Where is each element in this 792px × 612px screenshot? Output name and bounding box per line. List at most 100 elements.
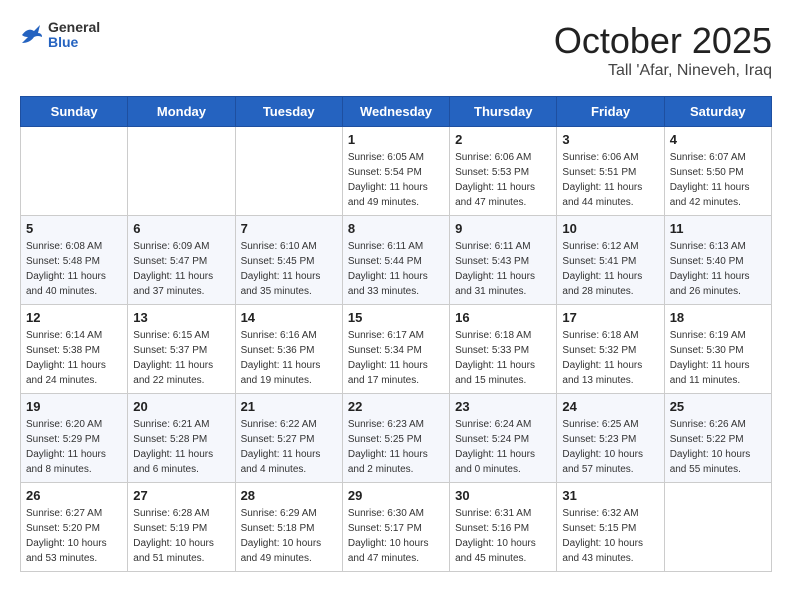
- logo-text-container: GeneralBlue: [48, 20, 100, 51]
- calendar-cell: 5Sunrise: 6:08 AM Sunset: 5:48 PM Daylig…: [21, 216, 128, 305]
- calendar-cell: 20 Sunrise: 6:21 AM Sunset: 5:28 PM Dayli…: [128, 394, 235, 483]
- calendar-cell: 22 Sunrise: 6:23 AM Sunset: 5:25 PM Dayli…: [342, 394, 449, 483]
- weekday-header-friday: Friday: [557, 97, 664, 127]
- day-number: 13: [133, 310, 229, 325]
- weekday-header-monday: Monday: [128, 97, 235, 127]
- calendar-cell: 21 Sunrise: 6:22 AM Sunset: 5:27 PM Dayli…: [235, 394, 342, 483]
- calendar-cell: 19 Sunrise: 6:20 AM Sunset: 5:29 PM Dayli…: [21, 394, 128, 483]
- calendar-cell: 2 Sunrise: 6:06 AM Sunset: 5:53 PM Daylig…: [450, 127, 557, 216]
- logo-blue-text: Blue: [48, 35, 100, 50]
- day-number: 15: [348, 310, 444, 325]
- day-number: 4: [670, 132, 766, 147]
- week-row-2: 5Sunrise: 6:08 AM Sunset: 5:48 PM Daylig…: [21, 216, 772, 305]
- day-number: 2: [455, 132, 551, 147]
- day-info: Sunrise: 6:20 AM Sunset: 5:29 PM Dayligh…: [26, 417, 122, 477]
- day-info: Sunrise: 6:21 AM Sunset: 5:28 PM Dayligh…: [133, 417, 229, 477]
- calendar-cell: 9Sunrise: 6:11 AM Sunset: 5:43 PM Daylig…: [450, 216, 557, 305]
- day-number: 28: [241, 488, 337, 503]
- calendar-cell: 29 Sunrise: 6:30 AM Sunset: 5:17 PM Dayli…: [342, 483, 449, 572]
- weekday-header-wednesday: Wednesday: [342, 97, 449, 127]
- day-number: 19: [26, 399, 122, 414]
- day-number: 20: [133, 399, 229, 414]
- calendar-cell: 28 Sunrise: 6:29 AM Sunset: 5:18 PM Dayli…: [235, 483, 342, 572]
- day-number: 29: [348, 488, 444, 503]
- weekday-header-saturday: Saturday: [664, 97, 771, 127]
- day-info: Sunrise: 6:19 AM Sunset: 5:30 PM Dayligh…: [670, 328, 766, 388]
- calendar-table: SundayMondayTuesdayWednesdayThursdayFrid…: [20, 96, 772, 572]
- weekday-header-tuesday: Tuesday: [235, 97, 342, 127]
- day-info: Sunrise: 6:25 AM Sunset: 5:23 PM Dayligh…: [562, 417, 658, 477]
- day-number: 21: [241, 399, 337, 414]
- calendar-cell: [664, 483, 771, 572]
- weekday-header-thursday: Thursday: [450, 97, 557, 127]
- week-row-3: 12Sunrise: 6:14 AM Sunset: 5:38 PM Dayli…: [21, 305, 772, 394]
- day-number: 3: [562, 132, 658, 147]
- month-title: October 2025: [554, 20, 772, 62]
- day-info: Sunrise: 6:08 AM Sunset: 5:48 PM Dayligh…: [26, 239, 122, 299]
- day-number: 26: [26, 488, 122, 503]
- day-number: 23: [455, 399, 551, 414]
- day-info: Sunrise: 6:05 AM Sunset: 5:54 PM Dayligh…: [348, 150, 444, 210]
- day-info: Sunrise: 6:06 AM Sunset: 5:51 PM Dayligh…: [562, 150, 658, 210]
- day-info: Sunrise: 6:18 AM Sunset: 5:33 PM Dayligh…: [455, 328, 551, 388]
- calendar-cell: 11Sunrise: 6:13 AM Sunset: 5:40 PM Dayli…: [664, 216, 771, 305]
- day-info: Sunrise: 6:27 AM Sunset: 5:20 PM Dayligh…: [26, 506, 122, 566]
- day-number: 30: [455, 488, 551, 503]
- calendar-cell: 7 Sunrise: 6:10 AM Sunset: 5:45 PM Daylig…: [235, 216, 342, 305]
- day-info: Sunrise: 6:28 AM Sunset: 5:19 PM Dayligh…: [133, 506, 229, 566]
- day-number: 24: [562, 399, 658, 414]
- calendar-cell: 13Sunrise: 6:15 AM Sunset: 5:37 PM Dayli…: [128, 305, 235, 394]
- day-number: 25: [670, 399, 766, 414]
- day-number: 14: [241, 310, 337, 325]
- day-number: 7: [241, 221, 337, 236]
- week-row-5: 26 Sunrise: 6:27 AM Sunset: 5:20 PM Dayli…: [21, 483, 772, 572]
- calendar-cell: 27 Sunrise: 6:28 AM Sunset: 5:19 PM Dayli…: [128, 483, 235, 572]
- day-number: 6: [133, 221, 229, 236]
- day-info: Sunrise: 6:06 AM Sunset: 5:53 PM Dayligh…: [455, 150, 551, 210]
- day-info: Sunrise: 6:26 AM Sunset: 5:22 PM Dayligh…: [670, 417, 766, 477]
- day-info: Sunrise: 6:16 AM Sunset: 5:36 PM Dayligh…: [241, 328, 337, 388]
- day-info: Sunrise: 6:07 AM Sunset: 5:50 PM Dayligh…: [670, 150, 766, 210]
- calendar-cell: 10Sunrise: 6:12 AM Sunset: 5:41 PM Dayli…: [557, 216, 664, 305]
- day-number: 11: [670, 221, 766, 236]
- weekday-header-row: SundayMondayTuesdayWednesdayThursdayFrid…: [21, 97, 772, 127]
- day-info: Sunrise: 6:30 AM Sunset: 5:17 PM Dayligh…: [348, 506, 444, 566]
- day-number: 17: [562, 310, 658, 325]
- day-info: Sunrise: 6:12 AM Sunset: 5:41 PM Dayligh…: [562, 239, 658, 299]
- calendar-cell: 1 Sunrise: 6:05 AM Sunset: 5:54 PM Daylig…: [342, 127, 449, 216]
- day-info: Sunrise: 6:29 AM Sunset: 5:18 PM Dayligh…: [241, 506, 337, 566]
- calendar-cell: 3 Sunrise: 6:06 AM Sunset: 5:51 PM Daylig…: [557, 127, 664, 216]
- logo-bird-icon: [20, 23, 44, 47]
- day-number: 1: [348, 132, 444, 147]
- calendar-cell: [128, 127, 235, 216]
- day-info: Sunrise: 6:14 AM Sunset: 5:38 PM Dayligh…: [26, 328, 122, 388]
- calendar-cell: [235, 127, 342, 216]
- calendar-cell: 17 Sunrise: 6:18 AM Sunset: 5:32 PM Dayli…: [557, 305, 664, 394]
- calendar-cell: 26 Sunrise: 6:27 AM Sunset: 5:20 PM Dayli…: [21, 483, 128, 572]
- calendar-cell: 6Sunrise: 6:09 AM Sunset: 5:47 PM Daylig…: [128, 216, 235, 305]
- location-subtitle: Tall 'Afar, Nineveh, Iraq: [554, 62, 772, 80]
- day-number: 8: [348, 221, 444, 236]
- day-info: Sunrise: 6:22 AM Sunset: 5:27 PM Dayligh…: [241, 417, 337, 477]
- day-number: 18: [670, 310, 766, 325]
- day-info: Sunrise: 6:10 AM Sunset: 5:45 PM Dayligh…: [241, 239, 337, 299]
- day-number: 27: [133, 488, 229, 503]
- calendar-cell: 12Sunrise: 6:14 AM Sunset: 5:38 PM Dayli…: [21, 305, 128, 394]
- logo-general-text: General: [48, 20, 100, 35]
- day-info: Sunrise: 6:11 AM Sunset: 5:44 PM Dayligh…: [348, 239, 444, 299]
- day-info: Sunrise: 6:17 AM Sunset: 5:34 PM Dayligh…: [348, 328, 444, 388]
- calendar-cell: 25 Sunrise: 6:26 AM Sunset: 5:22 PM Dayli…: [664, 394, 771, 483]
- day-info: Sunrise: 6:24 AM Sunset: 5:24 PM Dayligh…: [455, 417, 551, 477]
- day-info: Sunrise: 6:31 AM Sunset: 5:16 PM Dayligh…: [455, 506, 551, 566]
- day-number: 16: [455, 310, 551, 325]
- day-number: 9: [455, 221, 551, 236]
- calendar-cell: 15 Sunrise: 6:17 AM Sunset: 5:34 PM Dayli…: [342, 305, 449, 394]
- week-row-4: 19 Sunrise: 6:20 AM Sunset: 5:29 PM Dayli…: [21, 394, 772, 483]
- calendar-cell: 31Sunrise: 6:32 AM Sunset: 5:15 PM Dayli…: [557, 483, 664, 572]
- day-info: Sunrise: 6:18 AM Sunset: 5:32 PM Dayligh…: [562, 328, 658, 388]
- calendar-cell: 8 Sunrise: 6:11 AM Sunset: 5:44 PM Daylig…: [342, 216, 449, 305]
- day-number: 22: [348, 399, 444, 414]
- day-info: Sunrise: 6:23 AM Sunset: 5:25 PM Dayligh…: [348, 417, 444, 477]
- week-row-1: 1 Sunrise: 6:05 AM Sunset: 5:54 PM Daylig…: [21, 127, 772, 216]
- calendar-cell: 4 Sunrise: 6:07 AM Sunset: 5:50 PM Daylig…: [664, 127, 771, 216]
